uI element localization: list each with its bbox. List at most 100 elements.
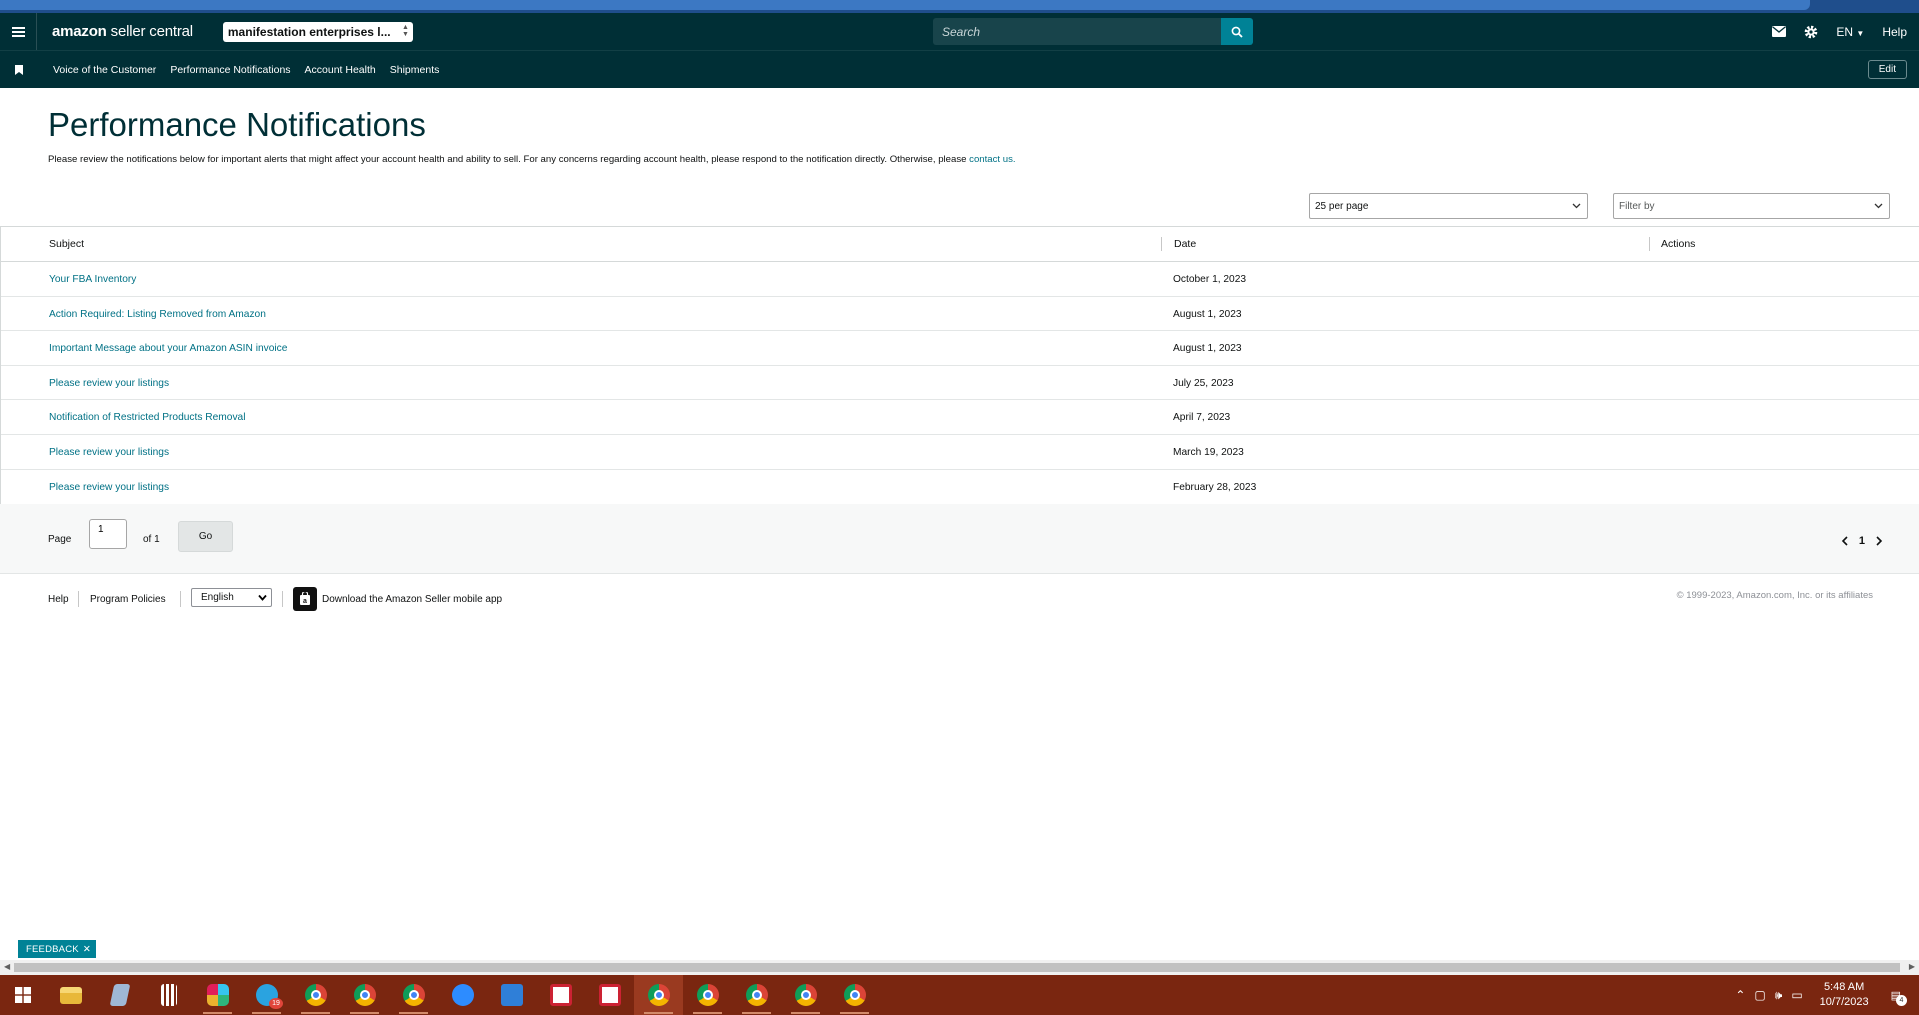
table-row: Please review your listings July 25, 202… (1, 366, 1919, 401)
scroll-right-arrow-icon[interactable]: ▶ (1909, 962, 1915, 971)
footer-divider (78, 591, 79, 607)
table-row: Important Message about your Amazon ASIN… (1, 331, 1919, 366)
nav-item-performance-notifications[interactable]: Performance Notifications (170, 64, 290, 76)
taskbar-clock[interactable]: 5:48 AM 10/7/2023 (1820, 980, 1869, 1010)
download-app-link[interactable]: Download the Amazon Seller mobile app (322, 594, 502, 605)
notification-date: August 1, 2023 (1173, 343, 1242, 355)
seller-app-icon[interactable]: a (293, 587, 317, 611)
chevron-left-icon[interactable] (1841, 536, 1849, 546)
edit-button[interactable]: Edit (1867, 60, 1907, 79)
account-name: manifestation enterprises l... (227, 24, 391, 39)
chevron-down-icon (258, 594, 267, 601)
menu-icon[interactable] (0, 13, 37, 50)
windows-taskbar: 19 ⌃ ▢ 🕪 ▭ 5:48 AM 10/7/2023 ▤ 4 (0, 975, 1919, 1015)
notification-count-badge: 4 (1896, 994, 1907, 1006)
taskbar-file-explorer[interactable] (46, 975, 95, 1015)
remote-desktop-icon (500, 984, 523, 1006)
document-app-icon (598, 984, 621, 1006)
chevron-right-icon[interactable] (1875, 536, 1883, 546)
taskbar-chrome-7[interactable] (830, 975, 879, 1015)
nav-item-account-health[interactable]: Account Health (305, 64, 376, 76)
taskbar-app-2[interactable] (585, 975, 634, 1015)
taskbar-chrome-3[interactable] (389, 975, 438, 1015)
column-resizer[interactable] (1161, 237, 1162, 251)
taskbar-calculator[interactable] (144, 975, 193, 1015)
close-icon[interactable]: ✕ (83, 944, 91, 955)
logo-product: seller central (110, 23, 193, 40)
up-down-icon: ▲ ▼ (401, 23, 409, 38)
bookmark-icon[interactable] (0, 64, 38, 75)
taskbar-app-1[interactable] (536, 975, 585, 1015)
taskbar-chrome-5[interactable] (732, 975, 781, 1015)
notification-subject-link[interactable]: Your FBA Inventory (49, 274, 136, 285)
taskbar-chrome-active[interactable] (634, 975, 683, 1015)
network-icon[interactable]: ▭ (1791, 988, 1802, 1002)
chrome-icon (304, 984, 327, 1006)
copyright-text: © 1999-2023, Amazon.com, Inc. or its aff… (1676, 590, 1873, 601)
language-selector[interactable]: EN ▼ (1836, 25, 1864, 39)
feedback-button[interactable]: FEEDBACK ✕ (18, 940, 96, 958)
column-header-actions: Actions (1661, 238, 1696, 250)
taskbar-telegram[interactable]: 19 (242, 975, 291, 1015)
top-right-tools: EN ▼ Help (1772, 13, 1907, 50)
logo-brand: amazon (52, 23, 107, 40)
contact-us-link[interactable]: contact us. (969, 154, 1015, 165)
account-switcher[interactable]: manifestation enterprises l... ▲ ▼ (222, 21, 413, 42)
calculator-icon (160, 984, 177, 1006)
go-button[interactable]: Go (178, 521, 233, 552)
taskbar-rdp[interactable] (487, 975, 536, 1015)
taskbar-chrome-1[interactable] (291, 975, 340, 1015)
notepad-icon (109, 984, 130, 1006)
footer-help-link[interactable]: Help (48, 594, 69, 605)
notification-subject-link[interactable]: Please review your listings (49, 447, 169, 458)
device-icon[interactable]: ▢ (1754, 988, 1765, 1002)
nav-item-voice-of-customer[interactable]: Voice of the Customer (53, 64, 156, 76)
gear-icon[interactable] (1804, 25, 1818, 39)
column-header-subject[interactable]: Subject (49, 238, 84, 250)
search-icon (1231, 26, 1243, 38)
mail-icon[interactable] (1772, 26, 1787, 37)
horizontal-scrollbar[interactable]: ◀ ▶ (0, 960, 1919, 975)
notification-center-icon[interactable]: ▤ 4 (1891, 989, 1907, 1006)
seller-central-logo[interactable]: amazon seller central (52, 23, 193, 40)
page-number-input[interactable] (89, 519, 127, 549)
footer-language-select[interactable]: English (191, 588, 272, 607)
filter-by-select[interactable]: Filter by (1613, 193, 1890, 219)
notification-subject-link[interactable]: Important Message about your Amazon ASIN… (49, 343, 287, 354)
taskbar-zoom[interactable] (438, 975, 487, 1015)
taskbar-chrome-2[interactable] (340, 975, 389, 1015)
telegram-badge: 19 (269, 998, 283, 1009)
nav-item-shipments[interactable]: Shipments (390, 64, 440, 76)
volume-icon[interactable]: 🕪 (1775, 988, 1783, 1003)
search-input[interactable] (933, 18, 1221, 45)
footer-divider (282, 591, 283, 607)
chrome-icon (843, 984, 866, 1006)
taskbar-chrome-6[interactable] (781, 975, 830, 1015)
column-header-date[interactable]: Date (1174, 238, 1196, 250)
show-hidden-icons-icon[interactable]: ⌃ (1735, 988, 1745, 1002)
notification-date: February 28, 2023 (1173, 481, 1257, 493)
column-resizer[interactable] (1649, 237, 1650, 251)
taskbar-notepad[interactable] (95, 975, 144, 1015)
windows-start-button[interactable] (0, 975, 46, 1015)
table-row: Your FBA Inventory October 1, 2023 (1, 262, 1919, 297)
page-footer: Help Program Policies English a Download… (0, 587, 1919, 611)
scrollbar-thumb[interactable] (14, 963, 1900, 972)
current-page-number[interactable]: 1 (1859, 535, 1865, 547)
per-page-select[interactable]: 25 per page (1309, 193, 1588, 219)
notification-subject-link[interactable]: Notification of Restricted Products Remo… (49, 412, 245, 423)
notification-subject-link[interactable]: Please review your listings (49, 482, 169, 493)
folder-icon (59, 986, 82, 1004)
taskbar-slack[interactable] (193, 975, 242, 1015)
search-button[interactable] (1221, 18, 1253, 45)
taskbar-chrome-4[interactable] (683, 975, 732, 1015)
notification-date: August 1, 2023 (1173, 308, 1242, 320)
help-link[interactable]: Help (1882, 25, 1907, 39)
notification-subject-link[interactable]: Please review your listings (49, 378, 169, 389)
table-header: Subject Date Actions (1, 227, 1919, 262)
scroll-left-arrow-icon[interactable]: ◀ (4, 962, 10, 971)
notification-subject-link[interactable]: Action Required: Listing Removed from Am… (49, 309, 266, 320)
footer-program-policies-link[interactable]: Program Policies (90, 594, 166, 605)
svg-text:a: a (303, 598, 307, 605)
chrome-icon (647, 984, 670, 1006)
